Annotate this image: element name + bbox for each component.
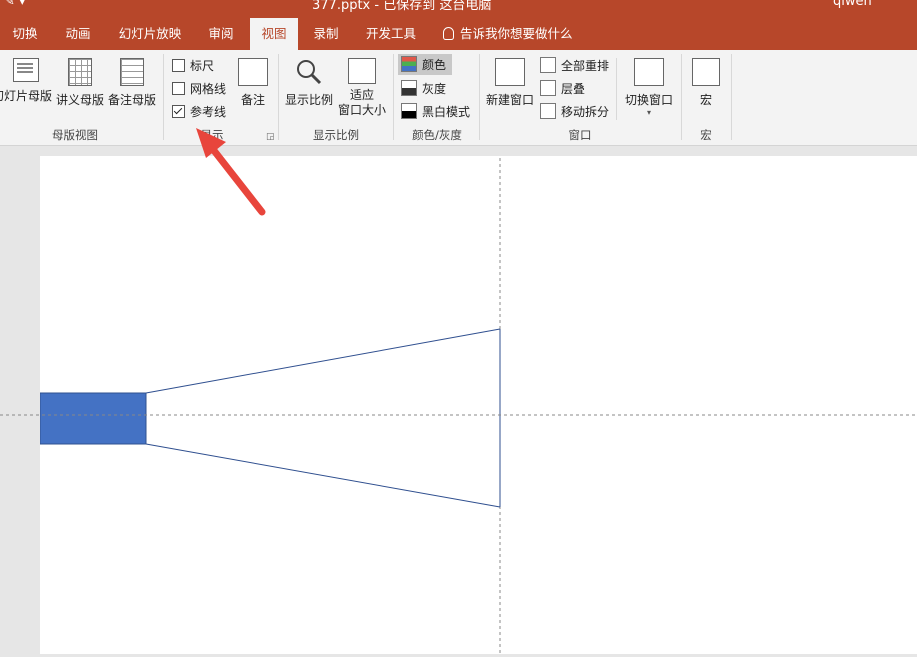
move-split-button[interactable]: 移动拆分 — [540, 103, 609, 120]
macros-label: 宏 — [699, 93, 712, 107]
notes-master-button[interactable]: 备注母版 — [106, 58, 158, 108]
handout-master-label: 讲义母版 — [55, 93, 104, 107]
notes-button[interactable]: 备注 — [234, 58, 272, 108]
ruler-checkbox-box[interactable] — [172, 59, 185, 72]
gridlines-checkbox-box[interactable] — [172, 82, 185, 95]
tell-me-text: 告诉我你想要做什么 — [460, 26, 573, 41]
guide-overlay — [0, 414, 917, 416]
tell-me-search[interactable]: 告诉我你想要做什么 — [443, 18, 573, 50]
zoom-button[interactable]: 显示比例 — [284, 58, 334, 108]
switch-windows-button[interactable]: 切换窗口 ▾ — [622, 58, 676, 117]
tab-view[interactable]: 视图 — [250, 18, 298, 50]
lightbulb-icon — [443, 27, 454, 40]
chevron-down-icon: ▾ — [646, 108, 651, 117]
tab-developer[interactable]: 开发工具 — [354, 18, 428, 50]
cascade-icon — [540, 80, 556, 96]
switch-windows-icon — [634, 58, 664, 86]
grayscale-option[interactable]: 灰度 — [401, 80, 446, 97]
handout-master-button[interactable]: 讲义母版 — [54, 58, 106, 108]
group-divider — [616, 58, 617, 120]
group-label-master-views: 母版视图 — [52, 128, 98, 142]
ribbon-tabs: 切换 动画 幻灯片放映 审阅 视图 录制 开发工具 告诉我你想要做什么 — [0, 18, 917, 50]
group-label-zoom: 显示比例 — [313, 128, 359, 142]
fit-window-icon — [348, 58, 376, 84]
arrange-all-icon — [540, 57, 556, 73]
fit-label-line1: 适应 — [349, 88, 374, 102]
group-label-show: 显示 — [200, 128, 224, 142]
group-divider — [278, 54, 279, 140]
slide-master-icon — [13, 58, 39, 82]
zoom-label: 显示比例 — [284, 93, 333, 107]
fit-label-line2: 窗口大小 — [338, 103, 387, 117]
color-swatch-icon — [401, 56, 417, 72]
document-title: 377.pptx - 已保存到 这台电脑 — [312, 0, 492, 13]
black-white-label: 黑白模式 — [422, 105, 471, 119]
title-bar: ✎ ▾ 377.pptx - 已保存到 这台电脑 qiwen — [0, 0, 917, 18]
tab-animations[interactable]: 动画 — [52, 18, 104, 50]
ruler-checkbox[interactable]: 标尺 — [172, 57, 214, 74]
guides-checkbox[interactable]: 参考线 — [172, 103, 226, 120]
magnifier-icon — [297, 60, 322, 85]
switch-windows-label: 切换窗口 — [624, 93, 673, 107]
group-divider — [163, 54, 164, 140]
group-label-color: 颜色/灰度 — [412, 128, 462, 142]
notes-icon — [238, 58, 268, 86]
color-label: 颜色 — [422, 58, 447, 72]
black-white-swatch-icon — [401, 103, 417, 119]
tab-transitions[interactable]: 切换 — [0, 18, 50, 50]
group-divider — [731, 54, 732, 140]
tab-review[interactable]: 审阅 — [196, 18, 246, 50]
slide-editor — [0, 146, 917, 654]
tab-record[interactable]: 录制 — [302, 18, 350, 50]
notes-label: 备注 — [240, 93, 265, 107]
group-divider — [479, 54, 480, 140]
arrange-all-button[interactable]: 全部重排 — [540, 57, 609, 74]
new-window-icon — [495, 58, 525, 86]
slide-master-button[interactable]: 幻灯片母版 — [0, 58, 52, 104]
user-name[interactable]: qiwen — [833, 0, 872, 9]
guides-label: 参考线 — [190, 105, 227, 119]
notes-master-label: 备注母版 — [107, 93, 156, 107]
macros-button[interactable]: 宏 — [688, 58, 724, 108]
group-label-macros: 宏 — [700, 128, 712, 142]
group-divider — [393, 54, 394, 140]
slide-master-label: 幻灯片母版 — [0, 89, 53, 103]
black-white-option[interactable]: 黑白模式 — [401, 103, 470, 120]
cascade-button[interactable]: 层叠 — [540, 80, 585, 97]
gridlines-label: 网格线 — [190, 82, 227, 96]
handout-master-icon — [68, 58, 92, 86]
group-divider — [681, 54, 682, 140]
move-split-label: 移动拆分 — [561, 105, 610, 119]
new-window-button[interactable]: 新建窗口 — [484, 58, 536, 108]
show-dialog-launcher-icon[interactable]: ◲ — [266, 132, 275, 142]
guides-checkbox-box[interactable] — [172, 105, 185, 118]
ribbon-view: 幻灯片母版 讲义母版 备注母版 母版视图 标尺 网格线 参考线 备注 显示 ◲ … — [0, 50, 917, 146]
arrange-all-label: 全部重排 — [561, 59, 610, 73]
color-option[interactable]: 颜色 — [398, 54, 453, 75]
move-split-icon — [540, 103, 556, 119]
notes-master-icon — [120, 58, 144, 86]
group-label-window: 窗口 — [568, 128, 592, 142]
ruler-label: 标尺 — [190, 59, 215, 73]
new-window-label: 新建窗口 — [485, 93, 534, 107]
cascade-label: 层叠 — [561, 82, 586, 96]
grayscale-swatch-icon — [401, 80, 417, 96]
grayscale-label: 灰度 — [422, 82, 447, 96]
macros-icon — [692, 58, 720, 86]
quick-access-icon[interactable]: ✎ ▾ — [4, 0, 26, 9]
fit-to-window-button[interactable]: 适应 窗口大小 — [338, 58, 386, 118]
tab-slideshow[interactable]: 幻灯片放映 — [108, 18, 192, 50]
gridlines-checkbox[interactable]: 网格线 — [172, 80, 226, 97]
